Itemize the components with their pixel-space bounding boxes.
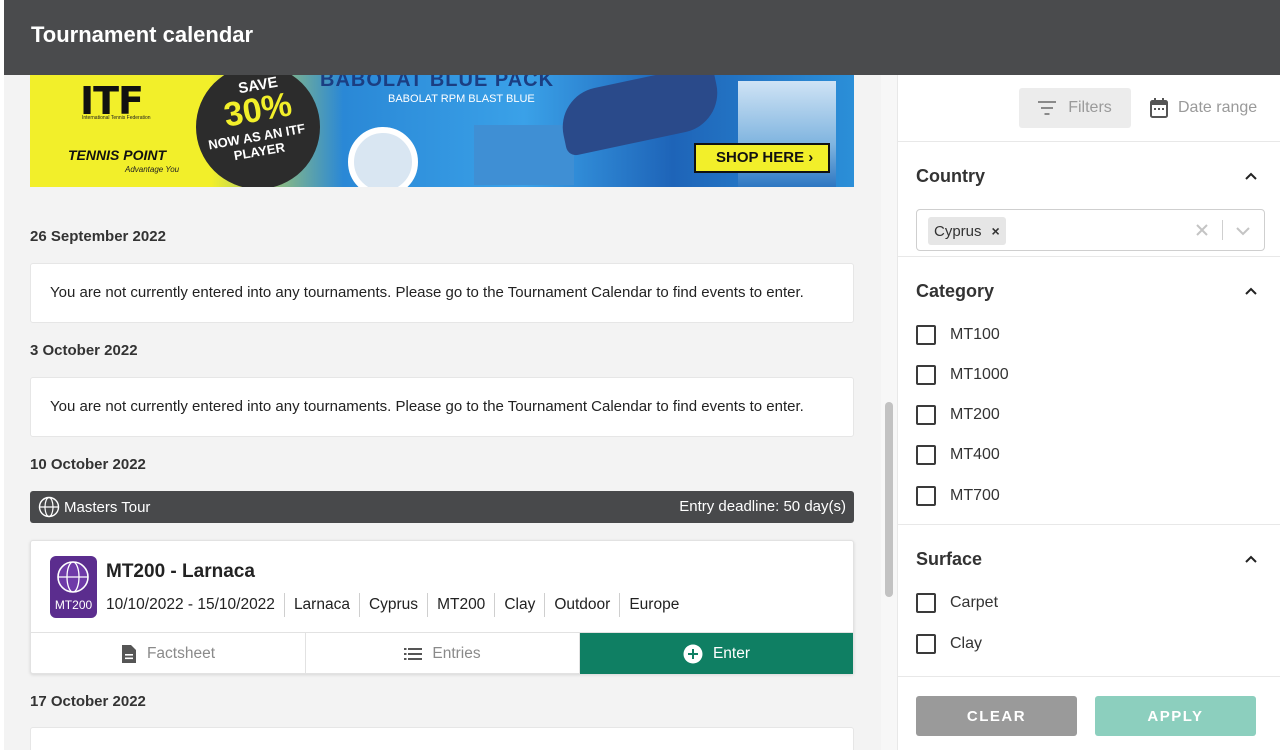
page-title: Tournament calendar — [31, 22, 254, 47]
checkbox[interactable] — [916, 634, 936, 654]
tab-date-range[interactable]: Date range — [1150, 88, 1257, 128]
itf-logo-subtitle: International Tennis Federation — [82, 115, 151, 121]
category-option[interactable]: MT700 — [916, 484, 1000, 508]
tennis-ball-icon — [57, 561, 89, 593]
event-dates: 10/10/2022 - 15/10/2022 — [106, 596, 275, 613]
surface-option[interactable]: Carpet — [916, 591, 998, 615]
event-category: MT200 — [427, 593, 494, 617]
date-heading: 3 October 2022 — [30, 342, 138, 359]
divider — [898, 524, 1280, 525]
globe-icon — [38, 496, 60, 518]
checkbox[interactable] — [916, 486, 936, 506]
empty-notice-text: You are not currently entered into any t… — [50, 398, 804, 415]
date-heading: 10 October 2022 — [30, 456, 146, 473]
string-reel-image — [348, 127, 418, 187]
surface-option-label: Clay — [950, 635, 983, 652]
promo-subtitle: BABOLAT RPM BLAST BLUE — [388, 93, 535, 105]
enter-button[interactable]: Enter — [580, 633, 853, 674]
category-option-label: MT700 — [950, 487, 1000, 504]
category-option-label: MT100 — [950, 326, 1000, 343]
document-icon — [121, 644, 136, 663]
shop-here-button[interactable]: SHOP HERE › — [694, 143, 830, 173]
remove-chip-icon[interactable]: × — [992, 223, 1000, 239]
surface-section-title: Surface — [916, 549, 983, 569]
checkbox[interactable] — [916, 445, 936, 465]
apply-button[interactable]: APPLY — [1095, 696, 1256, 736]
date-heading: 26 September 2022 — [30, 228, 166, 245]
tab-date-range-label: Date range — [1178, 99, 1258, 116]
surface-option-label: Carpet — [950, 594, 999, 611]
date-heading: 17 October 2022 — [30, 693, 146, 710]
category-option[interactable]: MT200 — [916, 403, 1000, 427]
checkbox[interactable] — [916, 325, 936, 345]
event-card — [30, 727, 854, 750]
clear-icon[interactable] — [1193, 221, 1211, 239]
event-city: Larnaca — [283, 593, 359, 617]
divider — [898, 256, 1280, 257]
category-option[interactable]: MT100 — [916, 323, 1000, 347]
filter-panel: Filters Date range Country Cyprus × Cate… — [897, 75, 1280, 750]
filter-tabs: Filters Date range — [898, 75, 1280, 142]
checkbox[interactable] — [916, 405, 936, 425]
entries-label: Entries — [432, 644, 481, 662]
plus-circle-icon — [683, 644, 703, 663]
entries-button[interactable]: Entries — [306, 633, 580, 674]
list-icon — [404, 647, 423, 660]
chevron-up-icon[interactable] — [1243, 283, 1259, 299]
category-option[interactable]: MT1000 — [916, 363, 1009, 387]
event-country: Cyprus — [358, 593, 427, 617]
filter-icon — [1038, 101, 1057, 115]
chevron-up-icon[interactable] — [1243, 168, 1259, 184]
country-chip: Cyprus × — [928, 217, 1006, 245]
country-section-title: Country — [916, 166, 985, 186]
event-card: MT200 MT200 - Larnaca 10/10/2022 - 15/10… — [30, 540, 854, 674]
event-region: Europe — [619, 593, 688, 617]
tour-name: Masters Tour — [64, 499, 151, 516]
checkbox[interactable] — [916, 593, 936, 613]
checkbox[interactable] — [916, 365, 936, 385]
shoes-image — [474, 125, 574, 185]
chevron-down-icon[interactable] — [1234, 222, 1252, 240]
empty-notice: You are not currently entered into any t… — [30, 377, 854, 437]
app-header: Tournament calendar — [4, 0, 1280, 75]
event-venue-type: Outdoor — [544, 593, 619, 617]
event-title[interactable]: MT200 - Larnaca — [106, 561, 255, 583]
category-badge: MT200 — [50, 556, 97, 618]
select-separator — [1222, 220, 1223, 240]
scrollbar-thumb[interactable] — [885, 402, 893, 597]
factsheet-button[interactable]: Factsheet — [31, 633, 306, 674]
calendar-list[interactable]: ITF International Tennis Federation TENN… — [4, 75, 881, 750]
tab-filters[interactable]: Filters — [1019, 88, 1131, 128]
entry-deadline: Entry deadline: 50 day(s) — [679, 498, 846, 515]
tennis-point-logo: TENNIS POINT — [68, 147, 167, 163]
event-meta: 10/10/2022 - 15/10/2022 Larnaca Cyprus M… — [106, 593, 688, 617]
event-surface: Clay — [494, 593, 544, 617]
category-section-title: Category — [916, 281, 995, 301]
category-option-label: MT1000 — [950, 366, 1009, 383]
promo-title: BABOLAT BLUE PACK — [320, 75, 555, 91]
clear-button[interactable]: CLEAR — [916, 696, 1077, 736]
filter-footer: CLEAR APPLY — [898, 676, 1280, 750]
tab-filters-label: Filters — [1068, 99, 1112, 116]
country-select[interactable]: Cyprus × — [916, 209, 1265, 251]
calendar-icon — [1150, 98, 1168, 118]
tennis-point-tagline: Advantage You — [125, 165, 180, 174]
chevron-up-icon[interactable] — [1243, 551, 1259, 567]
tour-header: Masters Tour Entry deadline: 50 day(s) — [30, 491, 854, 523]
empty-notice-text: You are not currently entered into any t… — [50, 284, 804, 301]
country-chip-label: Cyprus — [934, 222, 982, 240]
empty-notice: You are not currently entered into any t… — [30, 263, 854, 323]
promo-banner[interactable]: ITF International Tennis Federation TENN… — [30, 75, 854, 187]
category-badge-label: MT200 — [54, 598, 93, 612]
event-actions: Factsheet Entries Enter — [31, 632, 853, 674]
category-option-label: MT200 — [950, 406, 1000, 423]
enter-label: Enter — [712, 644, 751, 662]
category-option-label: MT400 — [950, 446, 1000, 463]
discount-badge: SAVE 30% NOW AS AN ITF PLAYER — [196, 75, 320, 187]
surface-option[interactable]: Clay — [916, 632, 982, 656]
category-option[interactable]: MT400 — [916, 443, 1000, 467]
factsheet-label: Factsheet — [146, 644, 216, 662]
